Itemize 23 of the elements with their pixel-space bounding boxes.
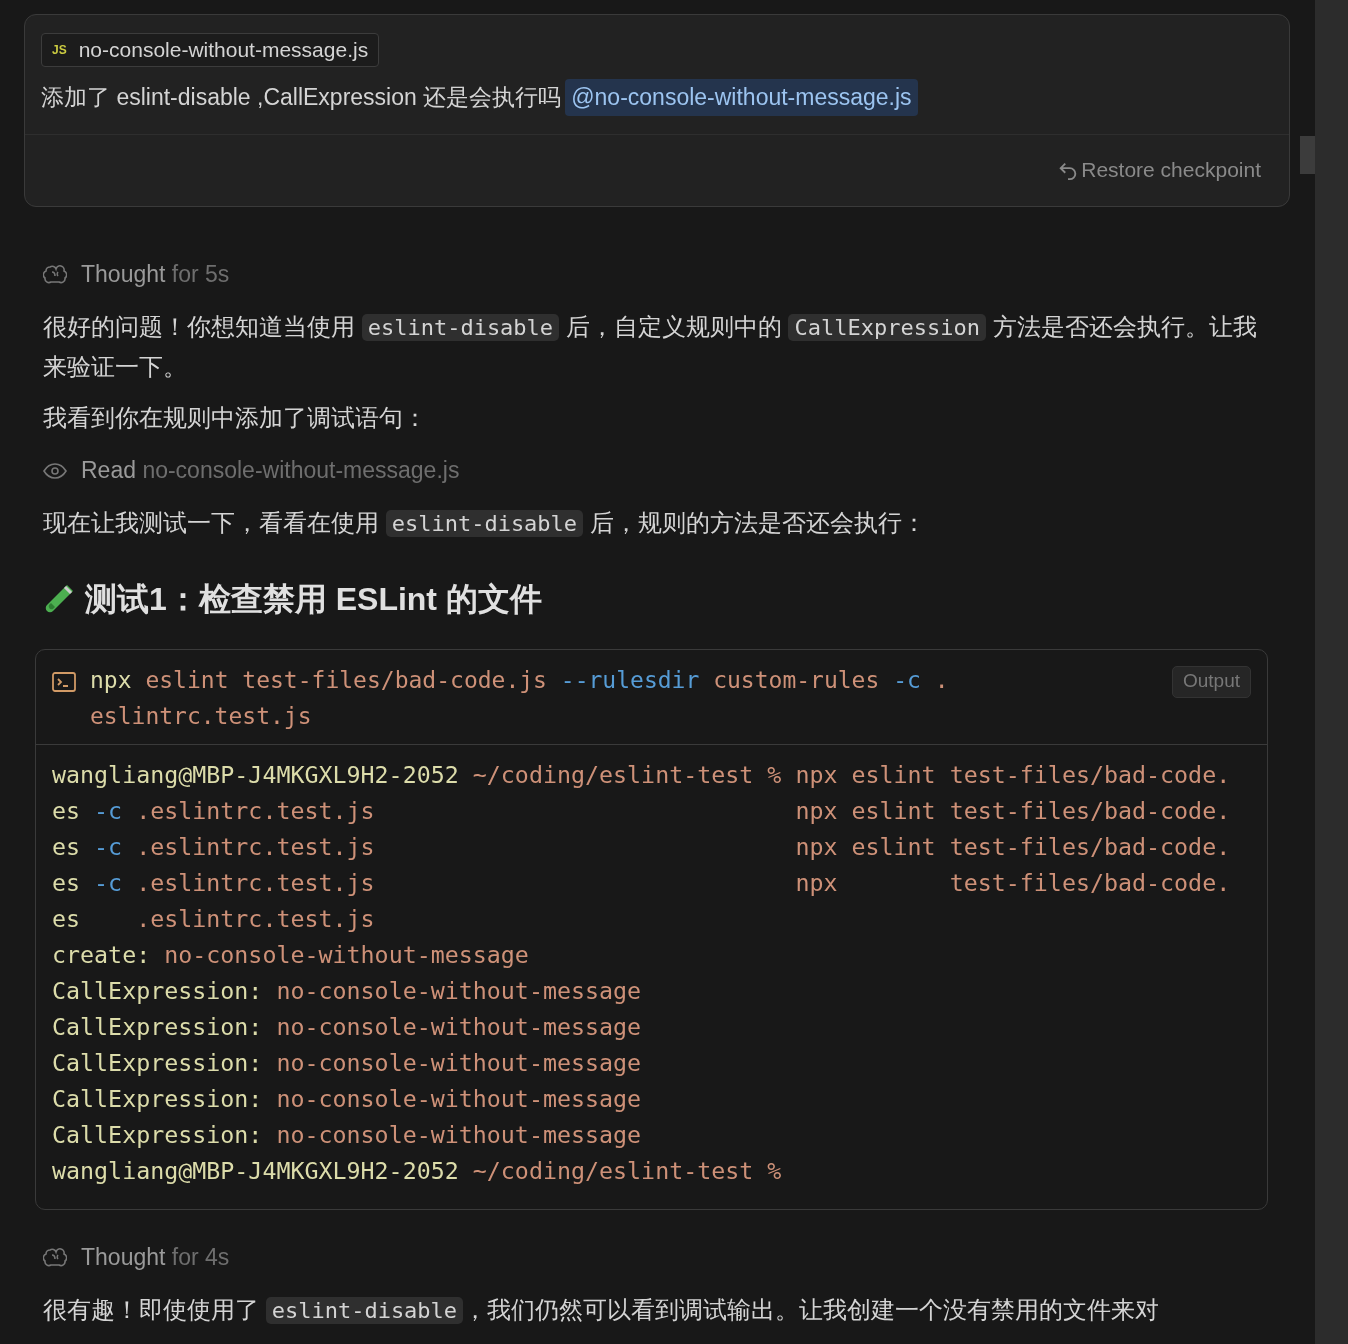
paragraph: 很好的问题！你想知道当使用 eslint-disable 后，自定义规则中的 CallExpression 方法是否还会执行。让我来验证一下。 (43, 311, 1258, 382)
js-icon: JS (52, 41, 67, 59)
terminal-output: wangliang@MBP-J4MKGXL9H2-2052 ~/coding/eslint-test % npx eslint test-files/bad-code. es -c .eslintrc.test.js npx eslint test-files/bad-code. es -c .eslintrc.test.js npx eslint test-files/bad-code. es -c .eslintrc.test.js npx test-files/bad-code. es .eslintrc.test.js create: no-console-without-message CallExpression: no-console-without-message CallExpression: no-console-without-message CallExpression: no-console-without-message CallExpression: no-console-without-message CallExpression: no-console-without-message wangliang@MBP-J4MKGXL9H2-2052 ~/coding/eslint-test % (51, 759, 1232, 1186)
command-text: npx eslint test-files/bad-code.js --rulesdir custom-rules -c . eslintrc.test.js (90, 665, 950, 731)
brain-icon (43, 1246, 67, 1269)
brain-icon (43, 263, 67, 286)
paragraph: 我看到你在规则中添加了调试语句： (43, 402, 428, 433)
thought-label: Thought for 4s (81, 1243, 230, 1273)
output-button[interactable]: Output (1171, 665, 1251, 698)
paragraph: 现在让我测试一下，看看在使用 eslint-disable 后，规则的方法是否还会执行： (43, 507, 927, 539)
terminal-icon (52, 671, 76, 692)
file-mention[interactable]: @no-console-without-message.js (565, 79, 918, 116)
file-chip[interactable]: JS no-console-without-message.js (41, 33, 380, 67)
eye-icon (43, 462, 67, 479)
read-label[interactable]: Read no-console-without-message.js (81, 453, 460, 488)
restore-checkpoint-button[interactable]: Restore checkpoint (1057, 154, 1261, 186)
thought-label: Thought for 5s (81, 260, 230, 290)
test-tube-icon (43, 582, 75, 615)
section-heading: 测试1：检查禁用 ESLint 的文件 (85, 579, 542, 619)
message-text: 添加了 eslint-disable ,CallExpression 还是会执行吗 (41, 83, 562, 112)
file-name: no-console-without-message.js (78, 37, 369, 64)
scrollbar-thumb[interactable] (1300, 136, 1315, 174)
paragraph: 很有趣！即使使用了 eslint-disable ，我们仍然可以看到调试输出。让我创建一个没有禁用的文件来对 (43, 1294, 1161, 1326)
